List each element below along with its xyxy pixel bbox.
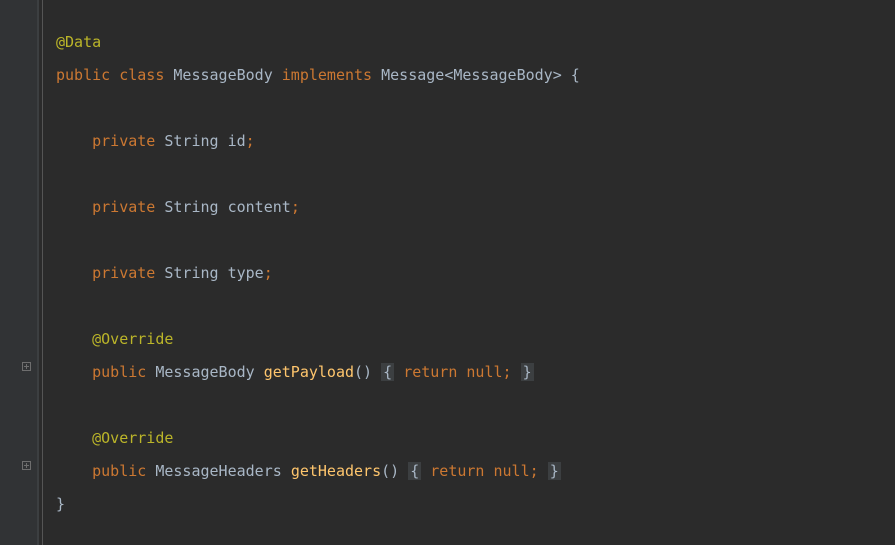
field-type: type bbox=[228, 264, 264, 282]
parens: () bbox=[354, 363, 372, 381]
semicolon: ; bbox=[246, 132, 255, 150]
annotation-override: @Override bbox=[92, 330, 173, 348]
parens: () bbox=[381, 462, 399, 480]
folded-brace-close[interactable]: } bbox=[548, 462, 561, 480]
annotation-override: @Override bbox=[92, 429, 173, 447]
brace-open: { bbox=[571, 66, 580, 84]
brace-close: } bbox=[56, 495, 65, 513]
semicolon: ; bbox=[530, 462, 539, 480]
folded-brace-close[interactable]: } bbox=[521, 363, 534, 381]
keyword-null: null bbox=[494, 462, 530, 480]
generic-param: MessageBody bbox=[453, 66, 552, 84]
return-type: MessageBody bbox=[155, 363, 254, 381]
keyword-private: private bbox=[92, 132, 155, 150]
punct-gt: > bbox=[553, 66, 562, 84]
fold-expand-icon[interactable] bbox=[22, 461, 31, 470]
keyword-private: private bbox=[92, 198, 155, 216]
type-string: String bbox=[164, 198, 218, 216]
method-getHeaders: getHeaders bbox=[291, 462, 381, 480]
folded-brace-open[interactable]: { bbox=[408, 462, 421, 480]
gutter-border bbox=[38, 0, 39, 545]
field-id: id bbox=[228, 132, 246, 150]
semicolon: ; bbox=[264, 264, 273, 282]
keyword-null: null bbox=[466, 363, 502, 381]
editor-gutter bbox=[0, 0, 38, 545]
class-name: MessageBody bbox=[173, 66, 272, 84]
folded-brace-open[interactable]: { bbox=[381, 363, 394, 381]
keyword-implements: implements bbox=[282, 66, 372, 84]
return-type: MessageHeaders bbox=[155, 462, 281, 480]
editor-code-area[interactable]: @Data public class MessageBody implement… bbox=[38, 0, 895, 545]
keyword-private: private bbox=[92, 264, 155, 282]
field-content: content bbox=[228, 198, 291, 216]
semicolon: ; bbox=[503, 363, 512, 381]
keyword-public: public bbox=[92, 363, 146, 381]
keyword-return: return bbox=[403, 363, 457, 381]
method-getPayload: getPayload bbox=[264, 363, 354, 381]
source-code[interactable]: @Data public class MessageBody implement… bbox=[38, 0, 895, 521]
fold-expand-icon[interactable] bbox=[22, 362, 31, 371]
keyword-class: class bbox=[119, 66, 164, 84]
keyword-public: public bbox=[92, 462, 146, 480]
type-string: String bbox=[164, 132, 218, 150]
code-editor: @Data public class MessageBody implement… bbox=[0, 0, 895, 545]
type-string: String bbox=[164, 264, 218, 282]
semicolon: ; bbox=[291, 198, 300, 216]
keyword-return: return bbox=[430, 462, 484, 480]
annotation: @Data bbox=[56, 33, 101, 51]
indent-guide bbox=[42, 0, 43, 545]
interface-name: Message bbox=[381, 66, 444, 84]
keyword-public: public bbox=[56, 66, 110, 84]
